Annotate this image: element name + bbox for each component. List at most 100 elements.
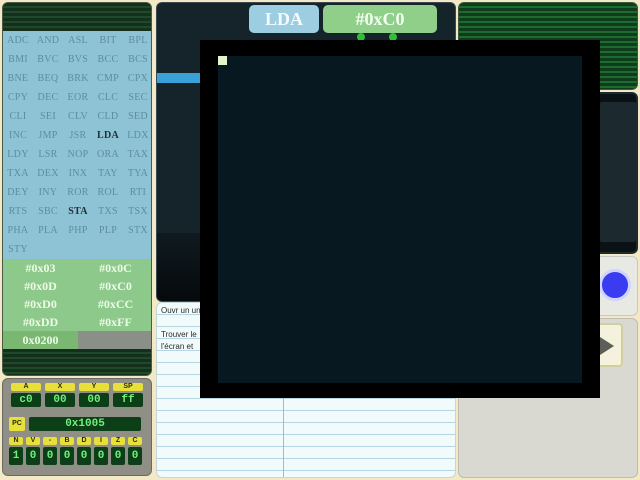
opcode-beq[interactable]: BEQ: [33, 69, 63, 88]
register-a-value: c0: [11, 393, 41, 407]
opcode-pla[interactable]: PLA: [33, 221, 63, 240]
opcode-stx[interactable]: STX: [123, 221, 151, 240]
register-label-sp: SP: [113, 383, 143, 391]
opcode-php[interactable]: PHP: [63, 221, 93, 240]
opcode-tya[interactable]: TYA: [123, 164, 151, 183]
output-panel-edge: [600, 102, 636, 242]
opcode-cmp[interactable]: CMP: [93, 69, 123, 88]
instruction-palette: ADC AND ASL BIT BPL BMI BVC BVS BCC BCS BNE BEQ BRK C…: [2, 2, 152, 376]
opcode-grid: ADC AND ASL BIT BPL BMI BVC BVS BCC BCS BNE BEQ BRK C…: [3, 31, 151, 259]
operand-value[interactable]: #0x03: [3, 259, 78, 277]
flag-label: -: [43, 437, 57, 445]
flag-label: V: [26, 437, 40, 445]
register-x-value: 00: [45, 393, 75, 407]
flag-value: 0: [26, 447, 40, 465]
opcode-tay[interactable]: TAY: [93, 164, 123, 183]
operand-value[interactable]: #0xCC: [78, 295, 151, 313]
cpu-register-panel: A X Y SP c0 00 00 ff PC 0x1005 N1V0-0B0D…: [2, 378, 152, 476]
current-opcode-chip[interactable]: LDA: [249, 5, 319, 33]
opcode-clv[interactable]: CLV: [63, 107, 93, 126]
opcode-dex[interactable]: DEX: [33, 164, 63, 183]
opcode-jsr[interactable]: JSR: [63, 126, 93, 145]
opcode-lsr[interactable]: LSR: [33, 145, 63, 164]
operand-value[interactable]: #0x0D: [3, 277, 78, 295]
opcode-cld[interactable]: CLD: [93, 107, 123, 126]
flag-value: 0: [94, 447, 108, 465]
note-line-3: l'écran et: [161, 342, 194, 351]
flag-value: 0: [111, 447, 125, 465]
lit-pixel: [218, 56, 227, 65]
flag-label: C: [128, 437, 142, 445]
opcode-ldx[interactable]: LDX: [123, 126, 151, 145]
opcode-plp[interactable]: PLP: [93, 221, 123, 240]
register-sp-value: ff: [113, 393, 143, 407]
flag-value: 0: [77, 447, 91, 465]
opcode-dey[interactable]: DEY: [3, 183, 33, 202]
opcode-sei[interactable]: SEI: [33, 107, 63, 126]
register-y-value: 00: [79, 393, 109, 407]
flag-label: B: [60, 437, 74, 445]
opcode-eor[interactable]: EOR: [63, 88, 93, 107]
opcode-adc[interactable]: ADC: [3, 31, 33, 50]
opcode-bcs[interactable]: BCS: [123, 50, 151, 69]
opcode-bvc[interactable]: BVC: [33, 50, 63, 69]
register-label-a: A: [11, 383, 41, 391]
flag-label: Z: [111, 437, 125, 445]
opcode-bne[interactable]: BNE: [3, 69, 33, 88]
opcode-ldy[interactable]: LDY: [3, 145, 33, 164]
note-line-1: Ouvr un un: [161, 306, 201, 315]
opcode-ror[interactable]: ROR: [63, 183, 93, 202]
display-canvas[interactable]: [218, 56, 582, 383]
opcode-nop[interactable]: NOP: [63, 145, 93, 164]
opcode-bit[interactable]: BIT: [93, 31, 123, 50]
opcode-txa[interactable]: TXA: [3, 164, 33, 183]
opcode-ora[interactable]: ORA: [93, 145, 123, 164]
operand-value[interactable]: #0xD0: [3, 295, 78, 313]
opcode-dec[interactable]: DEC: [33, 88, 63, 107]
run-button[interactable]: [599, 269, 631, 301]
program-counter-value: 0x1005: [29, 417, 141, 431]
opcode-sed[interactable]: SED: [123, 107, 151, 126]
opcode-inc[interactable]: INC: [3, 126, 33, 145]
address-value[interactable]: 0x0200: [3, 331, 78, 349]
opcode-inx[interactable]: INX: [63, 164, 93, 183]
opcode-iny[interactable]: INY: [33, 183, 63, 202]
operand-value[interactable]: #0xDD: [3, 313, 78, 331]
opcode-bvs[interactable]: BVS: [63, 50, 93, 69]
opcode-clc[interactable]: CLC: [93, 88, 123, 107]
opcode-tsx[interactable]: TSX: [123, 202, 151, 221]
opcode-rti[interactable]: RTI: [123, 183, 151, 202]
opcode-txs[interactable]: TXS: [93, 202, 123, 221]
note-line-2: Trouver le: [161, 330, 197, 339]
current-operand-chip[interactable]: #0xC0: [323, 5, 437, 33]
operand-value[interactable]: #0x0C: [78, 259, 151, 277]
opcode-sbc[interactable]: SBC: [33, 202, 63, 221]
flag-label: D: [77, 437, 91, 445]
operand-value[interactable]: #0xFF: [78, 313, 151, 331]
opcode-cpy[interactable]: CPY: [3, 88, 33, 107]
opcode-bmi[interactable]: BMI: [3, 50, 33, 69]
opcode-jmp[interactable]: JMP: [33, 126, 63, 145]
opcode-and[interactable]: AND: [33, 31, 63, 50]
opcode-tax[interactable]: TAX: [123, 145, 151, 164]
play-icon: [600, 337, 614, 355]
flag-label: N: [9, 437, 23, 445]
opcode-sta[interactable]: STA: [63, 202, 93, 221]
flag-value: 1: [9, 447, 23, 465]
opcode-sec[interactable]: SEC: [123, 88, 151, 107]
opcode-pha[interactable]: PHA: [3, 221, 33, 240]
opcode-rts[interactable]: RTS: [3, 202, 33, 221]
opcode-bcc[interactable]: BCC: [93, 50, 123, 69]
opcode-rol[interactable]: ROL: [93, 183, 123, 202]
opcode-sty[interactable]: STY: [3, 240, 33, 259]
opcode-bpl[interactable]: BPL: [123, 31, 151, 50]
register-label-y: Y: [79, 383, 109, 391]
opcode-cli[interactable]: CLI: [3, 107, 33, 126]
opcode-asl[interactable]: ASL: [63, 31, 93, 50]
operand-value[interactable]: #0xC0: [78, 277, 151, 295]
opcode-brk[interactable]: BRK: [63, 69, 93, 88]
opcode-lda[interactable]: LDA: [93, 126, 123, 145]
blue-indicator-bar: [157, 73, 205, 83]
opcode-cpx[interactable]: CPX: [123, 69, 151, 88]
flag-value: 0: [43, 447, 57, 465]
